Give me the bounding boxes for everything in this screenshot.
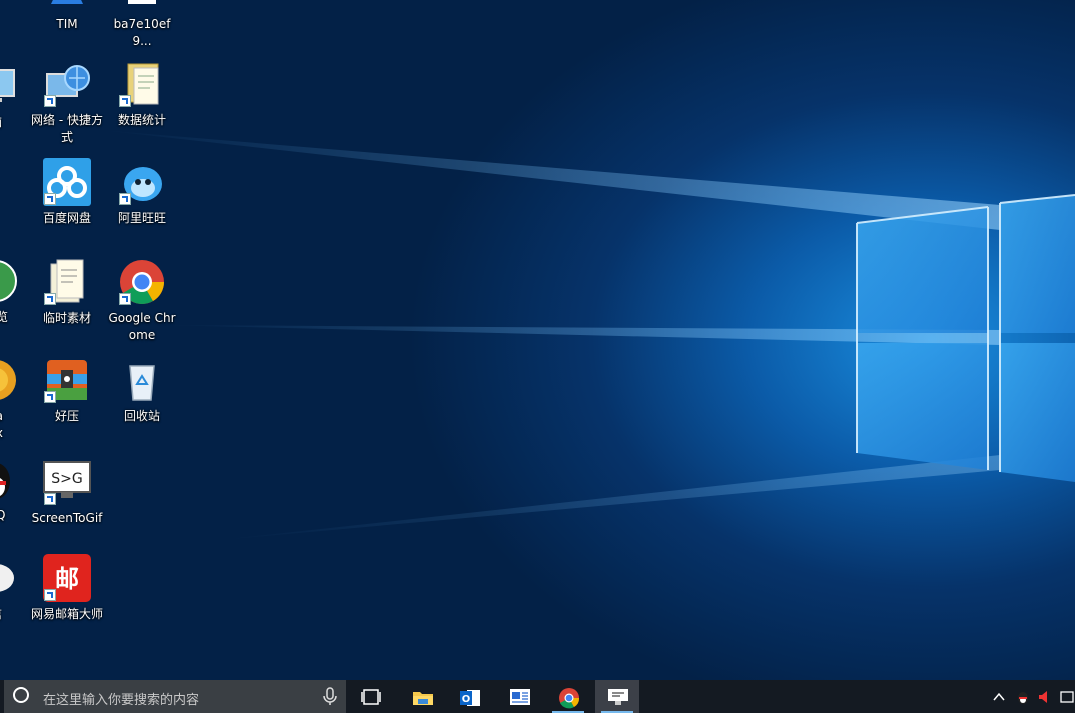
icon-label: 浏览 <box>0 310 8 324</box>
task-view-icon <box>361 689 381 705</box>
shortcut-arrow-icon <box>44 95 56 107</box>
browser-icon <box>0 257 20 305</box>
desktop-icon-wechat[interactable]: 信 <box>0 552 32 644</box>
taskbar-news[interactable] <box>497 680 541 713</box>
desktop-icon-recycle-bin[interactable]: 回收站 <box>106 354 178 446</box>
system-tray <box>985 680 1075 713</box>
tim-icon <box>43 0 91 12</box>
desktop-icon-aliwangwang[interactable]: 阿里旺旺 <box>106 156 178 248</box>
icon-label: 网易邮箱大师 <box>31 607 104 621</box>
haozip-icon <box>43 356 91 404</box>
desktop-icon-file[interactable]: ba7e10ef9... <box>106 0 178 54</box>
desktop-icon-firefox[interactable]: lla ox <box>0 354 32 446</box>
desktop-icon-tim[interactable]: TIM <box>31 0 103 54</box>
shortcut-arrow-icon <box>44 589 56 601</box>
icon-label: 脑 <box>0 114 32 131</box>
qq-penguin-icon <box>0 455 20 503</box>
svg-text:O: O <box>462 694 471 705</box>
icon-label: ScreenToGif <box>31 511 103 525</box>
folder-icon <box>118 60 166 108</box>
shortcut-arrow-icon <box>44 391 56 403</box>
chevron-up-icon[interactable] <box>992 690 1006 704</box>
chrome-icon <box>559 688 580 709</box>
desktop[interactable]: 脑 浏览 lla ox QQ 信 TIM 网络 - 快 <box>0 0 1075 680</box>
file-icon <box>118 0 166 12</box>
icon-label: 百度网盘 <box>42 211 91 225</box>
icon-label: QQ <box>0 508 6 522</box>
desktop-icon-screentogif[interactable]: S>G ScreenToGif <box>31 456 103 548</box>
computer-icon <box>0 62 20 110</box>
file-explorer-icon <box>413 692 433 705</box>
svg-text:S>G: S>G <box>51 471 82 487</box>
screentogif-icon: S>G <box>43 458 91 506</box>
news-icon <box>510 689 530 705</box>
task-view-button[interactable] <box>349 680 393 713</box>
icon-label: Google Chrome <box>108 311 176 342</box>
volume-icon[interactable] <box>1037 689 1053 705</box>
wechat-icon <box>0 554 20 602</box>
search-box[interactable]: 在这里输入你要搜索的内容 <box>4 680 346 713</box>
shortcut-arrow-icon <box>44 193 56 205</box>
icon-label: 数据统计 <box>117 113 166 127</box>
chrome-icon <box>118 258 166 306</box>
icon-label: 信 <box>0 606 32 623</box>
screentogif-icon <box>608 689 628 705</box>
shortcut-arrow-icon <box>44 493 56 505</box>
recycle-bin-icon <box>118 356 166 404</box>
cortana-icon[interactable] <box>13 687 29 703</box>
shortcut-arrow-icon <box>44 293 56 305</box>
aliwangwang-icon <box>118 158 166 206</box>
desktop-icon-network-shortcut[interactable]: 网络 - 快捷方式 <box>31 58 103 150</box>
search-placeholder: 在这里输入你要搜索的内容 <box>43 693 200 708</box>
taskbar-screentogif[interactable] <box>595 680 639 713</box>
taskbar-google-chrome[interactable] <box>546 680 590 713</box>
icon-label: 阿里旺旺 <box>117 211 166 225</box>
icon-label: ba7e10ef9... <box>113 17 171 48</box>
icon-label: lla ox <box>0 408 32 442</box>
netease-mail-icon: 邮 <box>43 554 91 602</box>
icon-label: 临时素材 <box>42 311 91 325</box>
shortcut-arrow-icon <box>119 293 131 305</box>
desktop-icon-baidu-netdisk[interactable]: 百度网盘 <box>31 156 103 248</box>
taskbar: 在这里输入你要搜索的内容 O <box>0 680 1075 713</box>
ime-icon[interactable] <box>1059 689 1075 705</box>
qq-tray-icon[interactable] <box>1015 689 1031 705</box>
microphone-icon[interactable] <box>320 686 340 706</box>
firefox-icon <box>0 356 20 404</box>
desktop-icon-google-chrome[interactable]: Google Chrome <box>106 256 178 348</box>
shortcut-arrow-icon <box>119 193 131 205</box>
taskbar-file-explorer[interactable] <box>400 680 444 713</box>
icon-label: 好压 <box>54 409 79 423</box>
baidu-netdisk-icon <box>43 158 91 206</box>
folder-document-icon <box>43 258 91 306</box>
svg-text:邮: 邮 <box>55 565 79 593</box>
taskbar-outlook[interactable]: O <box>447 680 491 713</box>
outlook-icon: O <box>460 690 480 706</box>
shortcut-arrow-icon <box>119 95 131 107</box>
desktop-icon-haozip[interactable]: 好压 <box>31 354 103 446</box>
network-globe-icon <box>43 60 91 108</box>
desktop-icon-computer[interactable]: 脑 <box>0 60 32 152</box>
desktop-icon-browser[interactable]: 浏览 <box>0 255 32 347</box>
desktop-icon-netease-mail[interactable]: 邮 网易邮箱大师 <box>31 552 103 644</box>
icon-label: TIM <box>56 17 78 31</box>
desktop-icon-temp-material[interactable]: 临时素材 <box>31 256 103 348</box>
desktop-icon-qq[interactable]: QQ <box>0 453 32 545</box>
icon-label: 网络 - 快捷方式 <box>31 113 103 144</box>
desktop-icon-data-stats[interactable]: 数据统计 <box>106 58 178 150</box>
icon-label: 回收站 <box>123 409 160 423</box>
